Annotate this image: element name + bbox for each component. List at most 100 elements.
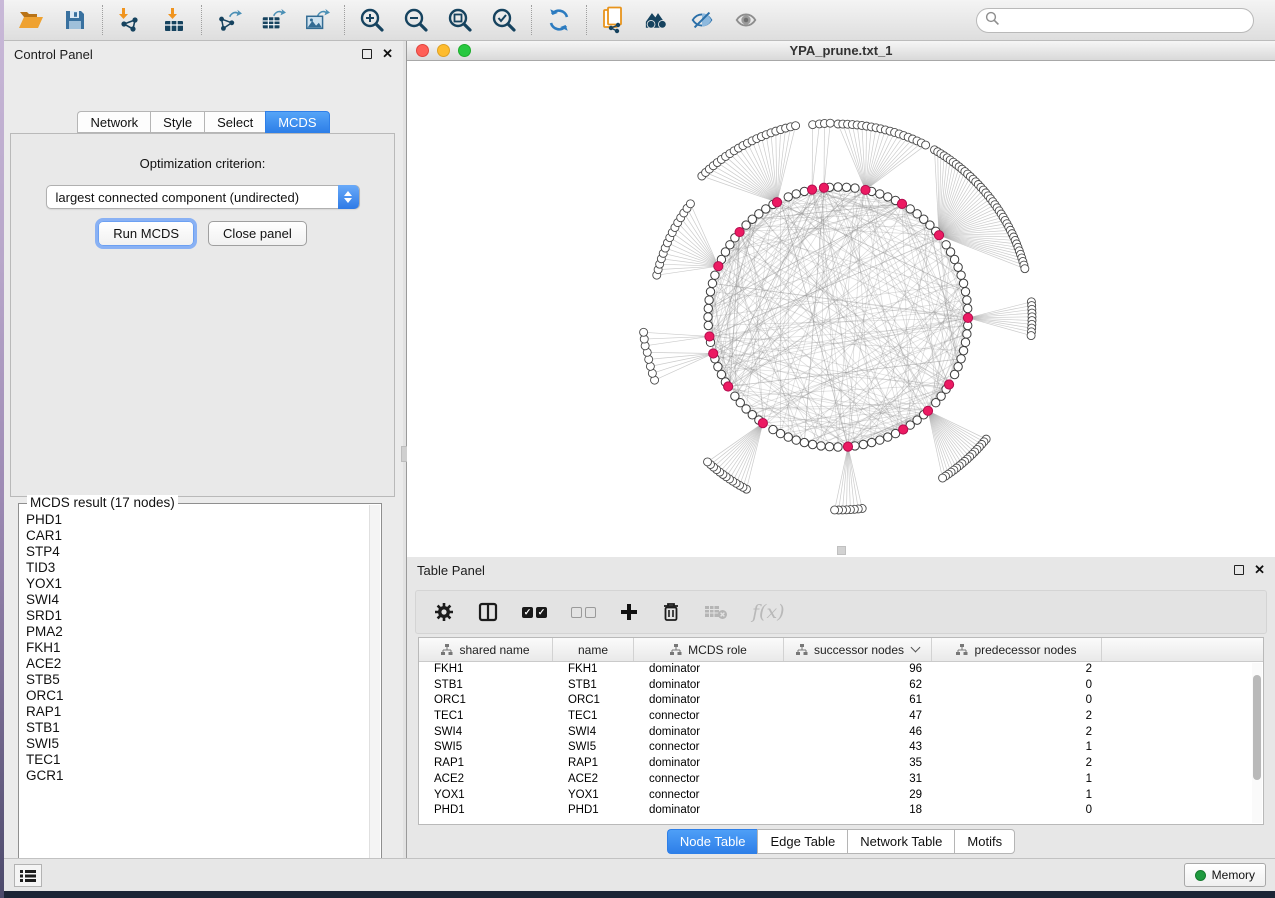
table-cell[interactable]: 2 [932, 725, 1102, 741]
table-cell[interactable]: dominator [634, 693, 784, 709]
table-cell[interactable]: dominator [634, 662, 784, 678]
deselect-all-icon[interactable] [571, 600, 596, 624]
mcds-node[interactable] [807, 185, 816, 194]
ring-node[interactable] [876, 436, 884, 444]
table-cell[interactable]: TEC1 [419, 709, 553, 725]
first-neighbors-icon[interactable] [645, 7, 671, 33]
result-list-scrollbar[interactable] [369, 505, 380, 873]
table-cell[interactable]: 1 [932, 740, 1102, 756]
show-columns-icon[interactable] [478, 600, 498, 624]
table-cell[interactable]: connector [634, 788, 784, 804]
select-all-icon[interactable]: ✓✓ [522, 600, 547, 624]
horizontal-splitter-grip[interactable] [837, 546, 846, 555]
tab-node-table[interactable]: Node Table [667, 829, 758, 854]
ring-node[interactable] [834, 443, 842, 451]
table-row[interactable]: FKH1FKH1dominator962 [419, 662, 1263, 678]
table-cell[interactable]: 2 [932, 662, 1102, 678]
table-row[interactable]: ORC1ORC1dominator610 [419, 693, 1263, 709]
ring-node[interactable] [704, 321, 712, 329]
table-cell[interactable]: RAP1 [553, 756, 634, 772]
mcds-node[interactable] [819, 183, 828, 192]
add-column-icon[interactable] [620, 600, 638, 624]
result-node-item[interactable]: PHD1 [21, 512, 369, 528]
ring-node[interactable] [932, 399, 940, 407]
ring-node[interactable] [704, 304, 712, 312]
table-cell[interactable]: connector [634, 740, 784, 756]
table-cell[interactable]: dominator [634, 756, 784, 772]
tab-edge-table[interactable]: Edge Table [757, 829, 847, 854]
ring-node[interactable] [957, 355, 965, 363]
ring-node[interactable] [954, 263, 962, 271]
float-table-panel-icon[interactable] [1234, 565, 1244, 575]
result-node-item[interactable]: FKH1 [21, 640, 369, 656]
column-header-successor-nodes[interactable]: successor nodes [784, 638, 932, 661]
zoom-selected-icon[interactable] [491, 7, 517, 33]
table-cell[interactable]: 43 [784, 740, 932, 756]
ring-node[interactable] [867, 438, 875, 446]
zoom-out-icon[interactable] [403, 7, 429, 33]
result-node-item[interactable]: SRD1 [21, 608, 369, 624]
result-node-item[interactable]: STB1 [21, 720, 369, 736]
optimization-criterion-select[interactable]: largest connected component (undirected) [46, 185, 360, 209]
table-cell[interactable]: dominator [634, 678, 784, 694]
column-header-name[interactable]: name [553, 638, 634, 661]
network-from-selection-icon[interactable] [601, 7, 627, 33]
result-node-item[interactable]: RAP1 [21, 704, 369, 720]
table-cell[interactable]: 0 [932, 693, 1102, 709]
tab-select[interactable]: Select [204, 111, 265, 133]
ring-node[interactable] [800, 438, 808, 446]
table-cell[interactable]: STB1 [553, 678, 634, 694]
mcds-node[interactable] [714, 262, 723, 271]
mcds-node[interactable] [934, 231, 943, 240]
leaf-node[interactable] [792, 122, 800, 130]
ring-node[interactable] [784, 433, 792, 441]
ring-node[interactable] [851, 184, 859, 192]
table-row[interactable]: ACE2ACE2connector311 [419, 772, 1263, 788]
table-row[interactable]: STB1STB1dominator620 [419, 678, 1263, 694]
run-mcds-button[interactable]: Run MCDS [98, 221, 194, 246]
table-cell[interactable]: 31 [784, 772, 932, 788]
table-cell[interactable]: RAP1 [419, 756, 553, 772]
column-header-MCDS-role[interactable]: MCDS role [634, 638, 784, 661]
result-node-item[interactable]: SWI5 [21, 736, 369, 752]
table-cell[interactable]: 18 [784, 803, 932, 819]
ring-node[interactable] [959, 346, 967, 354]
table-cell[interactable]: connector [634, 772, 784, 788]
table-scrollbar[interactable] [1252, 663, 1262, 823]
mcds-node[interactable] [709, 349, 718, 358]
table-cell[interactable]: ORC1 [419, 693, 553, 709]
table-cell[interactable]: 61 [784, 693, 932, 709]
ring-node[interactable] [704, 313, 712, 321]
zoom-fit-icon[interactable] [447, 7, 473, 33]
result-node-item[interactable]: PMA2 [21, 624, 369, 640]
table-settings-gear-icon[interactable] [434, 600, 454, 624]
table-cell[interactable]: 47 [784, 709, 932, 725]
memory-button[interactable]: Memory [1184, 863, 1266, 887]
zoom-in-icon[interactable] [359, 7, 385, 33]
result-node-item[interactable]: TEC1 [21, 752, 369, 768]
table-cell[interactable]: FKH1 [419, 662, 553, 678]
close-panel-button[interactable]: Close panel [208, 221, 307, 246]
mcds-node[interactable] [944, 380, 953, 389]
search-input[interactable] [976, 8, 1254, 33]
mcds-node[interactable] [899, 425, 908, 434]
ring-node[interactable] [961, 338, 969, 346]
mcds-node[interactable] [897, 199, 906, 208]
ring-node[interactable] [769, 425, 777, 433]
ring-node[interactable] [859, 440, 867, 448]
export-network-icon[interactable] [216, 7, 242, 33]
task-history-button[interactable] [14, 864, 42, 887]
network-window-titlebar[interactable]: YPA_prune.txt_1 [407, 41, 1275, 61]
ring-node[interactable] [792, 436, 800, 444]
leaf-node[interactable] [686, 200, 694, 208]
ring-node[interactable] [834, 183, 842, 191]
network-canvas[interactable] [407, 61, 1275, 557]
ring-node[interactable] [705, 296, 713, 304]
ring-node[interactable] [706, 287, 714, 295]
table-cell[interactable]: FKH1 [553, 662, 634, 678]
result-node-item[interactable]: STP4 [21, 544, 369, 560]
mcds-node[interactable] [923, 406, 932, 415]
ring-node[interactable] [714, 363, 722, 371]
table-row[interactable]: PHD1PHD1dominator180 [419, 803, 1263, 819]
mcds-node[interactable] [861, 185, 870, 194]
